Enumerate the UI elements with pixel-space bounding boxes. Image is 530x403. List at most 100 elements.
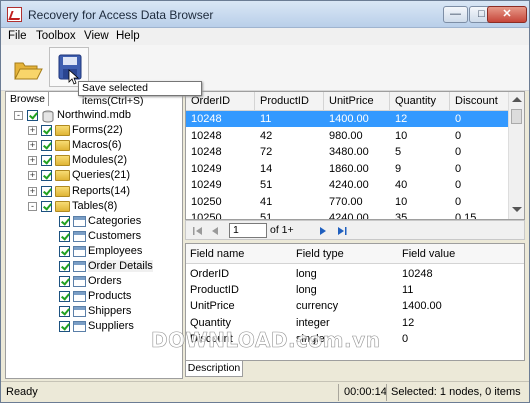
collapse-icon[interactable]: - <box>14 111 23 120</box>
tab-description[interactable]: Description <box>185 361 243 377</box>
collapse-icon[interactable]: - <box>28 201 37 211</box>
pager-bar: 1 of 1+ <box>185 220 525 240</box>
tree-table-item[interactable]: Shippers <box>6 304 176 319</box>
field-cell: 10248 <box>402 268 433 280</box>
checkbox[interactable] <box>41 125 52 137</box>
table-cell: 40 <box>395 179 408 191</box>
field-row[interactable]: ProductID long 11 <box>186 282 524 298</box>
first-page-icon[interactable] <box>191 224 205 238</box>
tree-table-item[interactable]: Employees <box>6 244 176 259</box>
tree-table-label: Products <box>88 290 132 303</box>
menu-help[interactable]: Help <box>116 30 140 42</box>
grid-scrollbar[interactable] <box>508 92 524 219</box>
table-row[interactable]: 10250 41 770.00 10 0 <box>186 194 510 210</box>
tree-group-item[interactable]: + Forms(22) <box>6 123 176 138</box>
field-row[interactable]: UnitPrice currency 1400.00 <box>186 298 524 314</box>
table-cell: 10 <box>395 195 408 208</box>
expand-icon[interactable]: + <box>28 186 37 196</box>
tree-group-label: Forms(22) <box>72 124 123 137</box>
tree-table-item[interactable]: Categories <box>6 214 176 229</box>
page-input[interactable]: 1 <box>229 223 267 238</box>
field-cell: 1400.00 <box>402 300 442 313</box>
tree-group-item[interactable]: + Macros(6) <box>6 138 176 153</box>
tree-table-label: Customers <box>88 229 142 242</box>
checkbox[interactable] <box>59 245 70 257</box>
scroll-thumb[interactable] <box>511 109 522 124</box>
column-header[interactable]: UnitPrice <box>324 92 390 111</box>
next-page-icon[interactable] <box>316 224 330 238</box>
checkbox[interactable] <box>41 170 52 182</box>
table-cell: 4240.00 <box>329 212 369 220</box>
open-folder-icon <box>14 62 43 80</box>
checkbox[interactable] <box>59 321 70 333</box>
menu-view[interactable]: View <box>84 30 109 42</box>
table-cell: 35 <box>395 212 408 220</box>
tree-root[interactable]: - Northwind.mdb <box>6 108 176 123</box>
expand-icon[interactable]: + <box>28 141 37 151</box>
checkbox[interactable] <box>59 261 70 272</box>
menu-file[interactable]: File <box>8 30 27 42</box>
field-name-header[interactable]: Field name <box>186 244 292 264</box>
scroll-down-icon[interactable] <box>512 207 522 212</box>
tree-group-item[interactable]: + Queries(21) <box>6 168 176 183</box>
tree-table-item[interactable]: Orders <box>6 274 176 289</box>
field-cell: UnitPrice <box>190 300 235 313</box>
table-cell: 10248 <box>191 146 222 158</box>
tree-table-item[interactable]: Customers <box>6 229 176 244</box>
tree-table-item[interactable]: Products <box>6 289 176 304</box>
tree-table-label: Order Details <box>88 260 153 272</box>
table-cell: 10249 <box>191 179 222 191</box>
table-row[interactable]: 10248 11 1400.00 12 0 <box>186 111 510 127</box>
tab-browse[interactable]: Browse <box>5 91 49 106</box>
field-cell: 0 <box>402 332 409 345</box>
field-value-header[interactable]: Field value <box>398 244 524 264</box>
expand-icon[interactable]: + <box>28 171 37 181</box>
field-type-header[interactable]: Field type <box>292 244 398 264</box>
page-count: of 1+ <box>270 224 294 236</box>
table-row[interactable]: 10249 14 1860.00 9 0 <box>186 161 510 177</box>
checkbox[interactable] <box>59 291 70 303</box>
checkbox[interactable] <box>41 155 52 167</box>
checkbox[interactable] <box>59 230 70 242</box>
tree-group-item[interactable]: - Tables(8) <box>6 199 176 214</box>
checkbox[interactable] <box>41 140 52 152</box>
table-row[interactable]: 10250 51 4240.00 35 0.15 <box>186 210 510 220</box>
field-row[interactable]: OrderID long 10248 <box>186 266 524 282</box>
tree-group-item[interactable]: + Reports(14) <box>6 184 176 199</box>
checkbox[interactable] <box>41 200 52 212</box>
column-header[interactable]: Quantity <box>390 92 450 111</box>
column-header[interactable]: Discount <box>450 92 514 111</box>
table-icon <box>73 291 86 303</box>
last-page-icon[interactable] <box>335 224 349 238</box>
table-cell: 11 <box>260 113 272 125</box>
table-cell: 0.15 <box>455 212 477 220</box>
table-cell: 0 <box>455 113 462 125</box>
checkbox[interactable] <box>59 306 70 318</box>
checkbox[interactable] <box>59 215 70 227</box>
tree-table-item[interactable]: Order Details <box>6 259 176 274</box>
expand-icon[interactable]: + <box>28 126 37 136</box>
database-icon <box>42 110 54 123</box>
table-cell: 0 <box>455 195 462 208</box>
watermark: DOWNLOAD.com.vn <box>151 328 381 353</box>
prev-page-icon[interactable] <box>208 224 222 238</box>
tree-group-label: Tables(8) <box>72 199 118 212</box>
open-button[interactable] <box>7 47 47 87</box>
tree-group-label: Queries(21) <box>72 169 131 182</box>
minimize-button[interactable]: — <box>443 6 468 23</box>
expand-icon[interactable]: + <box>28 156 37 166</box>
tree-table-label: Orders <box>88 275 122 288</box>
close-button[interactable]: ✕ <box>487 6 527 23</box>
table-row[interactable]: 10248 72 3480.00 5 0 <box>186 144 510 160</box>
menu-toolbox[interactable]: Toolbox <box>36 30 76 42</box>
checkbox[interactable] <box>59 276 70 288</box>
checkbox[interactable] <box>27 110 38 121</box>
table-row[interactable]: 10248 42 980.00 10 0 <box>186 128 510 144</box>
scroll-up-icon[interactable] <box>512 97 522 102</box>
column-header[interactable]: ProductID <box>255 92 324 111</box>
table-icon <box>73 261 86 272</box>
table-row[interactable]: 10249 51 4240.00 40 0 <box>186 177 510 193</box>
table-cell: 0 <box>455 179 462 191</box>
tree-group-item[interactable]: + Modules(2) <box>6 153 176 168</box>
checkbox[interactable] <box>41 185 52 197</box>
